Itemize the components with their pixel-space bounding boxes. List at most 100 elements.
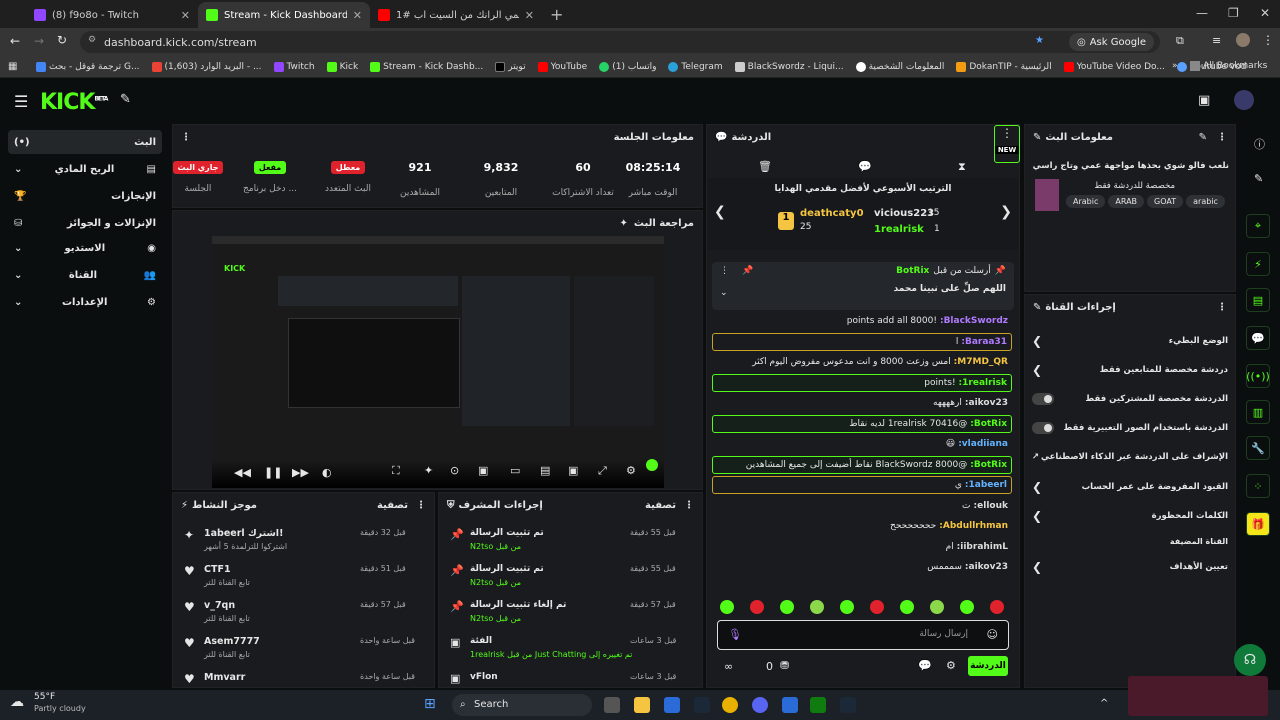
minimize-icon[interactable]: — [1196,6,1208,20]
chat-bubbles-icon[interactable]: 💬 [918,659,932,672]
emote-icon[interactable] [900,600,914,614]
unpin-icon[interactable]: 📌 [742,266,753,276]
omnibox[interactable]: ⚙ dashboard.kick.com/stream ★ ◎ Ask Googl… [80,31,1160,53]
info-icon[interactable]: ⓘ [1254,136,1265,152]
discord-icon[interactable] [752,697,768,713]
apps-grid-icon[interactable]: ▦ [8,61,17,72]
chat-username[interactable]: 1abeerl: [965,480,1007,490]
bookmark-item[interactable]: Stream - Kick Dashb... [370,61,483,72]
tab-kick-dashboard[interactable]: Stream - Kick Dashboard ✕ [198,2,370,28]
rail-button[interactable]: ⁘ [1246,474,1270,498]
clip-icon[interactable]: ⊙ [450,464,459,477]
rail-button[interactable]: 💬 [1246,326,1270,350]
emote-icon[interactable] [840,600,854,614]
sidebar-item-achievements[interactable]: 🏆 الإنجازات [8,184,162,208]
chat-message[interactable]: 1abeerl: ي [712,476,1012,494]
chat-message[interactable]: Baraa31: ا [712,332,1012,351]
chat-username[interactable]: iibrahimL: [957,542,1008,552]
rail-button[interactable]: ⌖ [1246,214,1270,238]
toggle-switch[interactable] [1032,393,1054,405]
channel-action-row[interactable]: الوضع البطيء ❯ [1028,330,1232,352]
steam-icon[interactable] [694,697,710,713]
chat-message[interactable]: aikov23: ارههههه [712,394,1012,412]
chevron-left-icon[interactable]: ❮ [714,204,726,220]
gift-icon[interactable]: ⛃ [780,659,789,672]
chrome-icon[interactable] [722,697,738,713]
extensions-icon[interactable]: ⧉ [1176,34,1184,48]
task-view-icon[interactable] [604,697,620,713]
channel-action-row[interactable]: الدردشة مخصصة للمشتركين فقط [1028,388,1232,410]
chat-message[interactable]: iibrahimL: ام [712,538,1012,556]
chat-options-button[interactable]: ⋮ NEW [994,125,1020,163]
stream-video[interactable]: KICK ◀◀ ❚❚ ▶▶ ◐ ⛶ ✦ ⊙ ▣ ▭ ▤ ▣ ⤢ ⚙ [212,236,664,488]
chat-message[interactable]: vladiiana: 😃 [712,435,1012,453]
emote-icon[interactable] [930,600,944,614]
pause-icon[interactable]: ❚❚ [264,466,282,479]
bookmark-item[interactable]: Kick [326,61,358,72]
crop-icon[interactable]: ⛶ [392,464,400,478]
profile-avatar[interactable] [1236,33,1250,47]
ask-google-button[interactable]: ◎ Ask Google [1068,33,1154,51]
tab-youtube[interactable]: نحمي الرانك من السيت اب #1 🤣 ✕ [370,2,542,28]
sidebar-item-studio[interactable]: ⌄ الاستديو ◉ [8,236,162,260]
sidebar-item-drops[interactable]: ⛁ الإنزالات و الجوائز [8,211,162,235]
kick-logo[interactable]: KICKBETA [40,90,108,115]
pip-icon[interactable]: ▭ [510,464,520,477]
user-avatar[interactable] [1234,90,1254,110]
chevron-down-icon[interactable]: ⌄ [720,288,728,298]
emote-icon[interactable] [870,600,884,614]
emote-icon[interactable] [990,600,1004,614]
sidebar-item-settings[interactable]: ⌄ الإعدادات ⚙ [8,290,162,314]
bookmark-item[interactable]: YouTube Video Do... [1063,61,1165,72]
pin-tool-icon[interactable]: ✎ [120,92,131,107]
chat-message[interactable]: M7MD_QR: امس وزعت 8000 و انت مدعوس مفروض … [712,353,1012,371]
chat-message[interactable]: BlackSwordz: !points add all 8000 [712,312,1012,330]
close-tab-icon[interactable]: ✕ [181,9,190,22]
kebab-icon[interactable]: ⋮ [720,266,729,276]
reading-list-icon[interactable]: ≡ [1212,34,1221,47]
pencil-icon[interactable]: ✎ [1254,172,1263,185]
site-info-icon[interactable]: ⚙ [88,35,96,45]
channel-action-row[interactable]: دردشة مخصصة للمتابعين فقط ❯ [1028,359,1232,381]
rail-button[interactable]: 🎁 [1246,512,1270,536]
notification-ad[interactable] [1128,676,1268,716]
reload-icon[interactable]: ↻ [57,33,67,47]
close-tab-icon[interactable]: ✕ [525,9,534,22]
rewind-icon[interactable]: ◀◀ [234,466,251,479]
emote-icon[interactable] [720,600,734,614]
chat-username[interactable]: aikov23: [965,562,1008,572]
store-icon[interactable] [664,697,680,713]
support-headset-icon[interactable]: ☊ [1234,644,1266,676]
chat-username[interactable]: BotRix: [970,419,1007,429]
app-icon[interactable] [782,697,798,713]
rail-button[interactable]: ▤ [1246,288,1270,312]
bookmark-item[interactable]: YouTube [537,61,587,72]
hourglass-icon[interactable]: ⧗ [958,160,966,174]
volume-icon[interactable]: ◐ [322,466,332,479]
new-tab-icon[interactable]: + [550,5,563,24]
chat-message[interactable]: ellouk: ت [712,497,1012,515]
emoji-icon[interactable]: ☺ [987,628,998,641]
chat-username[interactable]: ellouk: [974,501,1008,511]
infinity-icon[interactable]: ∞ [724,660,733,673]
chat-message[interactable]: BotRix: @BlackSwordz 8000 نقاط أضيفت إلى … [712,455,1012,474]
kebab-icon[interactable]: ⋮ [181,132,191,143]
kebab-icon[interactable]: ⋮ [1217,132,1227,143]
chevron-right-icon[interactable]: » [1172,61,1178,71]
tab-twitch[interactable]: (8) f9o8o - Twitch ✕ [26,2,198,28]
settings-gear-icon[interactable]: ⚙ [946,659,956,672]
all-bookmarks-button[interactable]: All Bookmarks [1190,61,1267,71]
chat-username[interactable]: 1realrisk: [959,378,1007,388]
channel-action-row[interactable]: الدردشة باستخدام الصور التعبيرية فقط [1028,417,1232,439]
chat-username[interactable]: aikov23: [965,398,1008,408]
kebab-icon[interactable]: ⋮ [416,500,426,511]
chat-username[interactable]: M7MD_QR: [954,357,1008,367]
chat-message[interactable]: aikov23: سمممس [712,558,1012,576]
forward-icon[interactable]: ▶▶ [292,466,309,479]
emote-icon[interactable] [960,600,974,614]
screen-icon[interactable]: ▣ [568,464,578,477]
tag-pill[interactable]: ARAB [1108,195,1145,208]
send-chat-button[interactable]: الدردشة [968,656,1008,676]
bookmark-item[interactable]: BlackSwordz - Liqui... [734,61,844,72]
magic-icon[interactable]: ✦ [424,464,433,477]
